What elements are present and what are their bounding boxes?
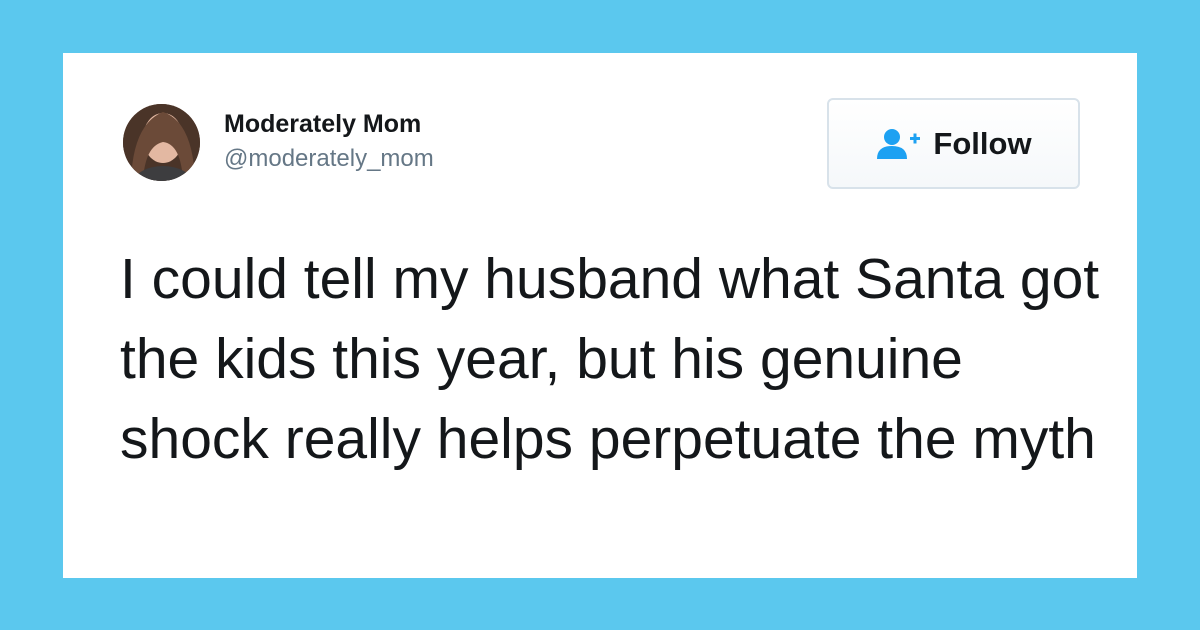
user-info: Moderately Mom @moderately_mom [224, 109, 434, 174]
avatar[interactable] [123, 104, 200, 181]
avatar-image [123, 104, 200, 181]
tweet-text: I could tell my husband what Santa got t… [120, 247, 1100, 471]
tweet-card: Moderately Mom @moderately_mom Follow I … [63, 53, 1137, 578]
add-user-icon [875, 127, 923, 161]
follow-button[interactable]: Follow [827, 98, 1080, 189]
follow-button-label: Follow [933, 125, 1032, 161]
display-name[interactable]: Moderately Mom [224, 109, 434, 139]
user-handle[interactable]: @moderately_mom [224, 144, 434, 174]
